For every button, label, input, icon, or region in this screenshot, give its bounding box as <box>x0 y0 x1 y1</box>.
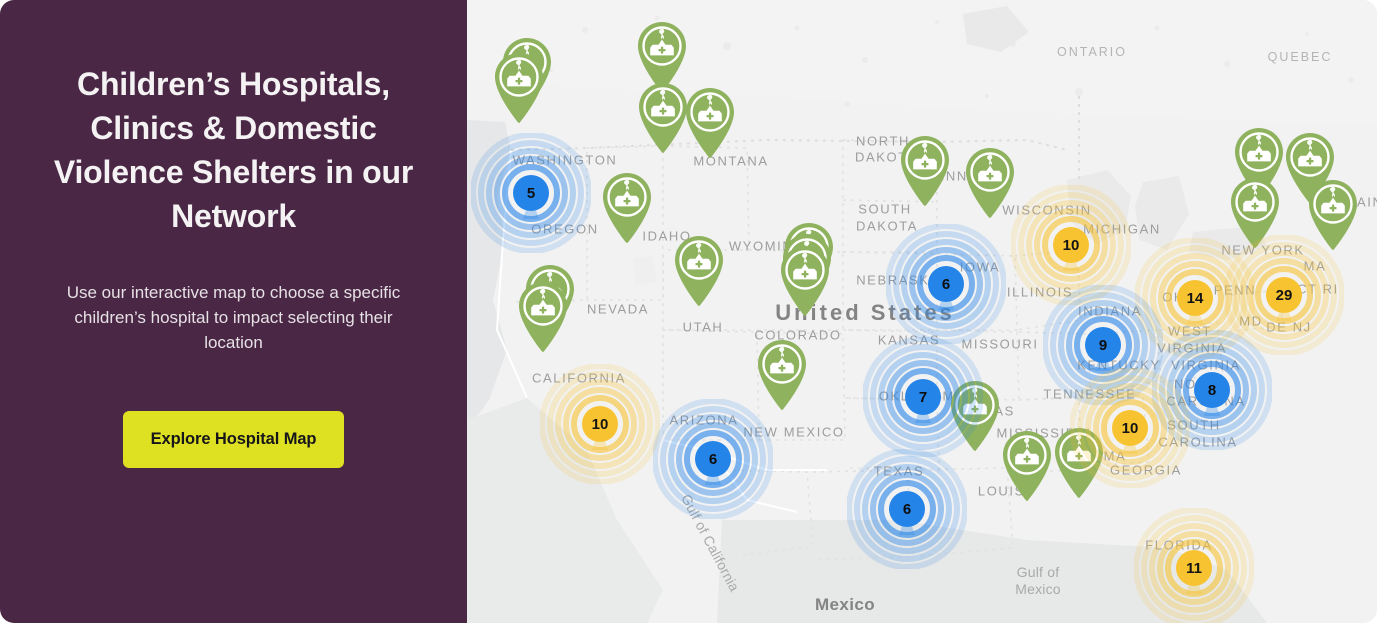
hospital-map-pin[interactable] <box>776 244 834 318</box>
hospital-map-pin[interactable] <box>681 86 739 160</box>
hospital-map-pin[interactable] <box>998 429 1056 503</box>
cluster-count: 6 <box>889 491 925 527</box>
hero-subtitle: Use our interactive map to choose a spec… <box>66 283 401 352</box>
cluster-count: 14 <box>1177 280 1213 316</box>
cluster-count: 6 <box>695 441 731 477</box>
interactive-map[interactable]: ONTARIO QUEBEC WASHINGTON MONTANA NORTH DAKOT… <box>467 0 1377 623</box>
hospital-map-pin[interactable] <box>598 171 656 245</box>
cluster-count: 29 <box>1266 277 1302 313</box>
map-cluster-marker[interactable]: 6 <box>885 223 1007 345</box>
hospital-map-hero: Children’s Hospitals, Clinics & Domestic… <box>0 0 1377 623</box>
map-cluster-marker[interactable]: 10 <box>539 363 661 485</box>
cluster-count: 9 <box>1085 327 1121 363</box>
cluster-count: 10 <box>582 406 618 442</box>
hospital-map-pin[interactable] <box>514 280 572 354</box>
cluster-count: 10 <box>1112 410 1148 446</box>
cluster-count: 8 <box>1194 372 1230 408</box>
hospital-map-pin[interactable] <box>670 234 728 308</box>
cluster-count: 5 <box>513 175 549 211</box>
map-cluster-marker[interactable]: 11 <box>1133 507 1255 623</box>
cluster-count: 10 <box>1053 227 1089 263</box>
map-cluster-marker[interactable]: 6 <box>652 398 774 520</box>
map-cluster-marker[interactable]: 7 <box>862 336 984 458</box>
map-cluster-marker[interactable]: 10 <box>1069 367 1191 489</box>
map-cluster-marker[interactable]: 6 <box>846 448 968 570</box>
cluster-count: 7 <box>905 379 941 415</box>
hero-panel: Children’s Hospitals, Clinics & Domestic… <box>0 0 467 623</box>
hospital-map-pin[interactable] <box>896 134 954 208</box>
page-title: Children’s Hospitals, Clinics & Domestic… <box>53 66 414 234</box>
explore-hospital-map-button[interactable]: Explore Hospital Map <box>122 411 345 468</box>
cluster-count: 6 <box>928 266 964 302</box>
hospital-map-pin[interactable] <box>490 51 548 125</box>
map-cluster-marker[interactable]: 5 <box>470 132 592 254</box>
cluster-count: 11 <box>1176 550 1212 586</box>
